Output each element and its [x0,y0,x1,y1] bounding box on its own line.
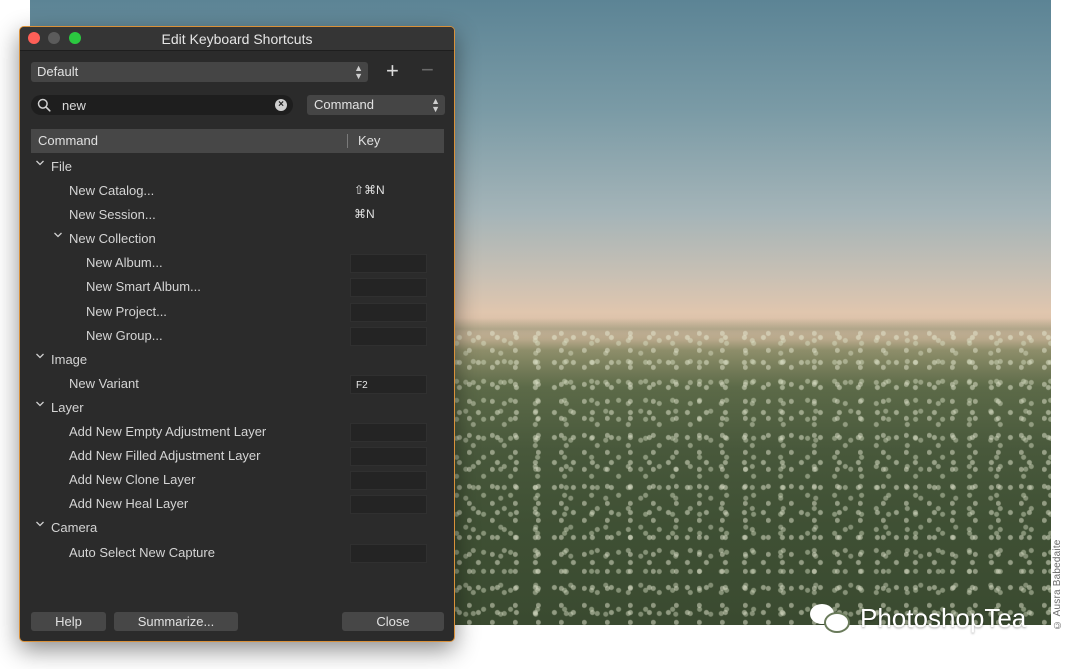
command-label: Add New Empty Adjustment Layer [69,424,267,440]
help-button[interactable]: Help [31,612,106,631]
table-row[interactable]: New Group... [20,324,454,348]
table-row[interactable]: Add New Heal Layer [20,492,454,516]
shortcut-key-field[interactable] [350,302,427,322]
chevron-down-icon[interactable] [35,158,45,168]
wechat-icon [808,600,852,636]
summarize-button[interactable]: Summarize... [114,612,238,631]
group-label: File [51,159,72,174]
preset-value: Default [37,64,79,79]
shortcut-key-field[interactable] [350,423,427,443]
command-label: New Session... [69,207,156,223]
updown-icon: ▲ ▼ [431,96,440,114]
shortcut-key: ⌘N [354,207,375,222]
table-row[interactable]: New Smart Album... [20,275,454,299]
table-row[interactable]: Add New Filled Adjustment Layer [20,444,454,468]
shortcut-key-field[interactable] [350,471,427,491]
table-header: Command Key [31,129,444,153]
column-header-key[interactable]: Key [358,129,380,153]
command-label: Add New Filled Adjustment Layer [69,448,261,464]
remove-preset-button[interactable]: − [421,59,434,81]
plus-icon: + [386,58,399,83]
table-row[interactable]: Add New Empty Adjustment Layer [20,420,454,444]
group-row-layer[interactable]: Layer [20,396,454,420]
group-row-file[interactable]: File [20,155,454,179]
search-icon [37,98,51,112]
table-row[interactable]: New Variant F2 [20,372,454,396]
search-field[interactable]: × [31,95,293,115]
command-label: New Variant [69,375,139,391]
minus-icon: − [421,57,434,82]
command-label: Add New Clone Layer [69,472,196,488]
title-bar: Edit Keyboard Shortcuts [20,27,454,51]
table-row[interactable]: New Album... [20,251,454,275]
group-row-camera[interactable]: Camera [20,516,454,540]
command-label: New Catalog... [69,183,155,199]
group-label: Image [51,351,88,367]
command-label: New Project... [86,303,167,319]
group-row-new-collection[interactable]: New Collection [20,227,454,251]
group-label: New Collection [69,231,156,247]
command-label: Auto Select New Capture [69,544,215,560]
chevron-down-icon[interactable] [35,399,45,409]
column-header-command[interactable]: Command [38,129,98,153]
shortcut-key-field[interactable] [350,495,427,515]
table-row[interactable]: New Project... [20,300,454,324]
command-label: New Smart Album... [86,279,201,295]
watermark: PhotoshopTea [808,600,1026,636]
add-preset-button[interactable]: + [386,60,399,82]
chevron-down-icon[interactable] [35,519,45,529]
preset-select[interactable]: Default ▲ ▼ [31,62,368,82]
shortcut-key-field[interactable] [350,447,427,467]
photo-credit: © Ausra Babedaite [1052,539,1063,630]
command-label: New Album... [86,255,163,271]
column-divider[interactable] [347,134,348,148]
table-row[interactable]: Add New Clone Layer [20,468,454,492]
chevron-down-icon[interactable] [53,230,63,240]
shortcut-key-field[interactable] [350,543,427,563]
search-scope-value: Command [314,97,374,112]
chevron-down-icon[interactable] [35,351,45,361]
shortcut-key-field[interactable] [350,278,427,298]
table-row[interactable]: New Catalog... ⇧⌘N [20,179,454,203]
close-button[interactable]: Close [342,612,444,631]
shortcut-list: File New Catalog... ⇧⌘N New Session... ⌘… [20,155,454,565]
group-row-image[interactable]: Image [20,348,454,372]
search-input[interactable] [62,96,262,114]
command-label: New Group... [86,327,163,343]
window-title: Edit Keyboard Shortcuts [161,31,313,47]
clear-icon[interactable]: × [275,99,287,111]
table-row[interactable]: Auto Select New Capture [20,541,454,565]
shortcut-key: ⇧⌘N [354,183,385,198]
command-label: Add New Heal Layer [69,496,189,512]
table-row[interactable]: New Session... ⌘N [20,203,454,227]
shortcut-key-field[interactable] [350,326,427,346]
updown-icon: ▲ ▼ [354,63,363,81]
search-scope-select[interactable]: Command ▲ ▼ [307,95,445,115]
group-label: Camera [51,520,98,536]
shortcut-key-field[interactable]: F2 [350,374,427,394]
group-label: Layer [51,399,84,415]
edit-keyboard-shortcuts-dialog: Edit Keyboard Shortcuts Default ▲▼ + − ×… [19,26,455,642]
watermark-text: PhotoshopTea [860,602,1027,633]
shortcut-key-field[interactable] [350,254,427,274]
